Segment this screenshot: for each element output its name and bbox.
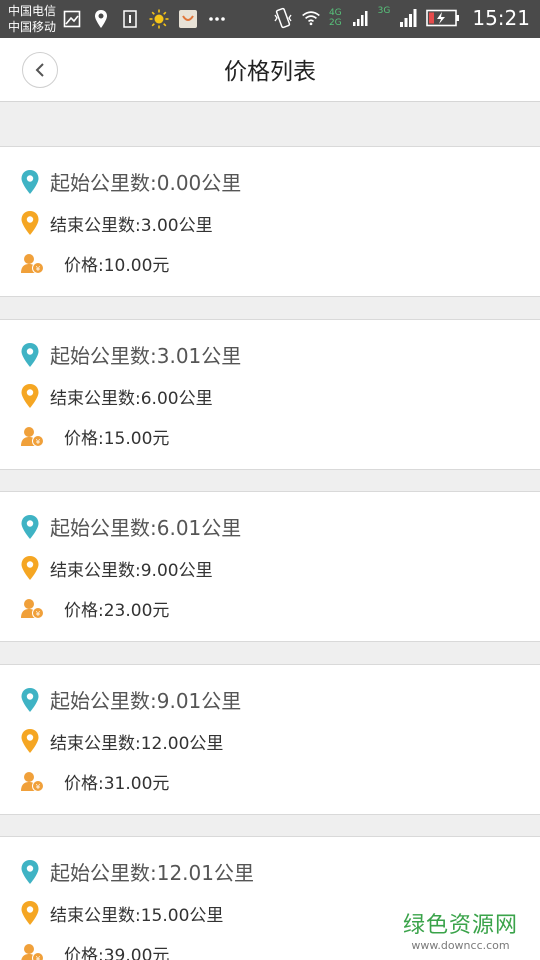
end-row: 结束公里数:6.00公里 [20,383,213,409]
status-bar: 中国电信 中国移动 4G 2G 3G 15:21 [0,0,540,38]
start-km: 起始公里数:12.01公里 [50,861,254,885]
page-title: 价格列表 [224,59,316,85]
svg-text:¥: ¥ [36,610,41,618]
start-pin-icon [21,342,39,367]
vibrate-icon [273,7,293,29]
watermark: 绿色资源网 www.downcc.com [403,907,518,952]
end-pin-icon [21,729,39,753]
price-value: 价格:23.00元 [64,601,170,621]
signal-icon [350,7,370,29]
start-row: 起始公里数:3.01公里 [20,340,241,369]
price-icon: ¥ [21,771,44,792]
end-km: 结束公里数:12.00公里 [50,733,224,754]
end-km: 结束公里数:15.00公里 [50,905,224,926]
end-pin-icon [21,901,39,925]
price-value: 价格:10.00元 [64,256,170,276]
start-row: 起始公里数:6.01公里 [20,512,241,541]
end-pin-icon [21,556,39,580]
app-icon [178,8,198,30]
end-row: 结束公里数:3.00公里 [20,210,213,236]
svg-text:¥: ¥ [36,783,41,791]
sun-icon [149,8,169,30]
clock: 15:21 [472,6,530,30]
price-row: ¥ 价格:39.00元 [20,941,169,960]
signal-icon-2 [398,7,418,29]
start-pin-icon [21,169,39,194]
carrier-2: 中国移动 [8,20,57,34]
price-item: 起始公里数:6.01公里 结束公里数:9.00公里 ¥ 价格:23.00元 [0,491,540,642]
battery-charging-icon [426,7,460,29]
price-icon: ¥ [21,943,44,960]
system-indicators: 4G 2G 3G 15:21 [273,6,530,30]
watermark-title: 绿色资源网 [402,913,518,938]
end-row: 结束公里数:12.00公里 [20,728,223,754]
end-km: 结束公里数:3.00公里 [50,215,213,236]
start-km: 起始公里数:6.01公里 [50,516,242,540]
carrier-1: 中国电信 [8,4,57,18]
price-icon: ¥ [21,426,44,447]
sim-icon [120,8,140,30]
end-pin-icon [21,384,39,408]
notification-icons [62,8,227,30]
start-km: 起始公里数:3.01公里 [50,344,242,368]
price-row: ¥ 价格:31.00元 [20,769,169,794]
carrier-names: 中国电信 中国移动 [8,3,56,35]
price-icon: ¥ [21,253,44,274]
end-row: 结束公里数:15.00公里 [20,900,223,926]
start-pin-icon [21,514,39,539]
end-km: 结束公里数:9.00公里 [50,560,213,581]
wifi-icon [301,7,321,29]
start-row: 起始公里数:12.01公里 [20,857,254,886]
price-row: ¥ 价格:10.00元 [20,251,169,276]
network-2g: 2G [328,18,342,28]
more-icon [207,8,227,30]
start-row: 起始公里数:0.00公里 [20,167,241,196]
svg-text:¥: ¥ [36,955,41,960]
network-3g: 3G [377,6,391,16]
end-pin-icon [21,211,39,235]
price-value: 价格:15.00元 [64,429,170,449]
price-icon: ¥ [21,598,44,619]
start-km: 起始公里数:9.01公里 [50,689,242,713]
end-km: 结束公里数:6.00公里 [50,388,213,409]
image-icon [62,8,82,30]
price-item: 起始公里数:0.00公里 结束公里数:3.00公里 ¥ 价格:10.00元 [0,146,540,297]
nav-bar: 价格列表 [0,38,540,102]
price-row: ¥ 价格:23.00元 [20,596,169,621]
svg-text:¥: ¥ [36,265,41,273]
svg-text:¥: ¥ [36,438,41,446]
watermark-url: www.downcc.com [411,939,510,952]
start-row: 起始公里数:9.01公里 [20,685,241,714]
network-4g: 4G [328,8,342,18]
price-item: 起始公里数:9.01公里 结束公里数:12.00公里 ¥ 价格:31.00元 [0,664,540,815]
end-row: 结束公里数:9.00公里 [20,555,213,581]
network-type: 4G 2G [329,8,342,28]
start-pin-icon [21,859,39,884]
start-km: 起始公里数:0.00公里 [50,171,242,195]
price-value: 价格:39.00元 [64,946,170,960]
price-item: 起始公里数:3.01公里 结束公里数:6.00公里 ¥ 价格:15.00元 [0,319,540,470]
start-pin-icon [21,687,39,712]
price-value: 价格:31.00元 [64,774,170,794]
location-icon [91,8,111,30]
price-row: ¥ 价格:15.00元 [20,424,169,449]
